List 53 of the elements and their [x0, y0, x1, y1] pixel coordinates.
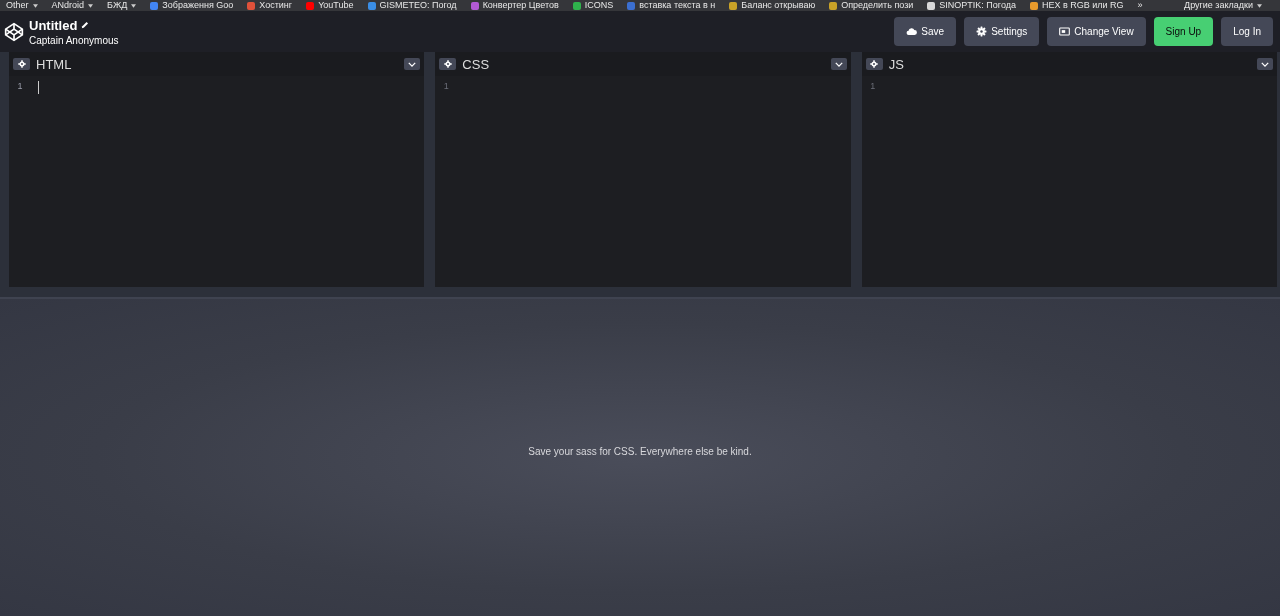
cloud-icon [906, 26, 918, 37]
line-number: 1 [870, 81, 876, 91]
editor-title: CSS [462, 56, 491, 72]
settings-icon [17, 60, 26, 68]
collapse-button[interactable] [404, 58, 421, 70]
code-editor[interactable]: 1 [9, 76, 425, 287]
header-button[interactable]: Settings [964, 17, 1040, 46]
header-button[interactable]: Sign Up [1153, 17, 1214, 46]
bookmark-link[interactable]: Определить пози [841, 0, 914, 11]
settings-icon [976, 26, 988, 37]
settings-icon [870, 60, 879, 68]
chevron-icon [834, 61, 843, 67]
text-cursor [38, 81, 39, 94]
collapse-button[interactable] [1257, 58, 1273, 70]
cube-logo-icon[interactable] [4, 21, 24, 42]
caret-icon [1257, 3, 1262, 8]
bookmark-link[interactable]: YouTube [318, 0, 354, 11]
caret-icon [88, 3, 94, 8]
layout-icon [1059, 26, 1071, 37]
settings-button[interactable] [439, 58, 457, 70]
more-bookmarks-button[interactable]: » [1137, 0, 1143, 11]
bookmark-link[interactable]: Хостинг [259, 0, 293, 11]
settings-button[interactable] [13, 58, 30, 70]
bookmark-link[interactable]: GISMETEO: Погод [379, 0, 457, 11]
bookmark-link[interactable]: вставка текста в н [639, 0, 716, 11]
pen-title: Untitled [29, 17, 78, 33]
chevron-icon [1261, 61, 1269, 67]
line-number: 1 [443, 81, 449, 91]
bookmark-link[interactable]: Конвертер Цветов [482, 0, 559, 11]
editor-title: HTML [36, 56, 73, 72]
other-bookmarks-folder[interactable]: Другие закладки [1184, 0, 1253, 11]
editor-title: JS [888, 56, 905, 72]
collapse-button[interactable] [830, 58, 847, 70]
bookmark-link[interactable]: HEX в RGB или RG [1041, 0, 1124, 11]
preview-message: Save your sass for CSS. Everywhere else be kind. [528, 446, 752, 457]
bookmark-link[interactable]: SINOPTIK: Погода [939, 0, 1016, 11]
settings-icon [443, 60, 452, 68]
pencil-icon[interactable] [81, 21, 90, 29]
bookmark-link[interactable]: Other [6, 0, 29, 11]
header-button[interactable]: Change View [1047, 17, 1146, 46]
header-button[interactable]: Log In [1221, 17, 1273, 46]
author-name: Captain Anonymous [29, 34, 119, 46]
bookmark-link[interactable]: ICONS [584, 0, 614, 11]
bookmark-link[interactable]: Баланс открываю [741, 0, 816, 11]
chevron-icon [408, 61, 417, 67]
bookmark-link[interactable]: БЖД [107, 0, 128, 11]
bookmark-link[interactable]: Зображення Goo [162, 0, 234, 11]
line-number: 1 [17, 81, 23, 91]
settings-button[interactable] [865, 58, 883, 70]
caret-icon [32, 3, 38, 8]
bookmark-link[interactable]: ANdroid [51, 0, 85, 11]
caret-icon [131, 3, 137, 8]
header-button[interactable]: Save [894, 17, 957, 46]
